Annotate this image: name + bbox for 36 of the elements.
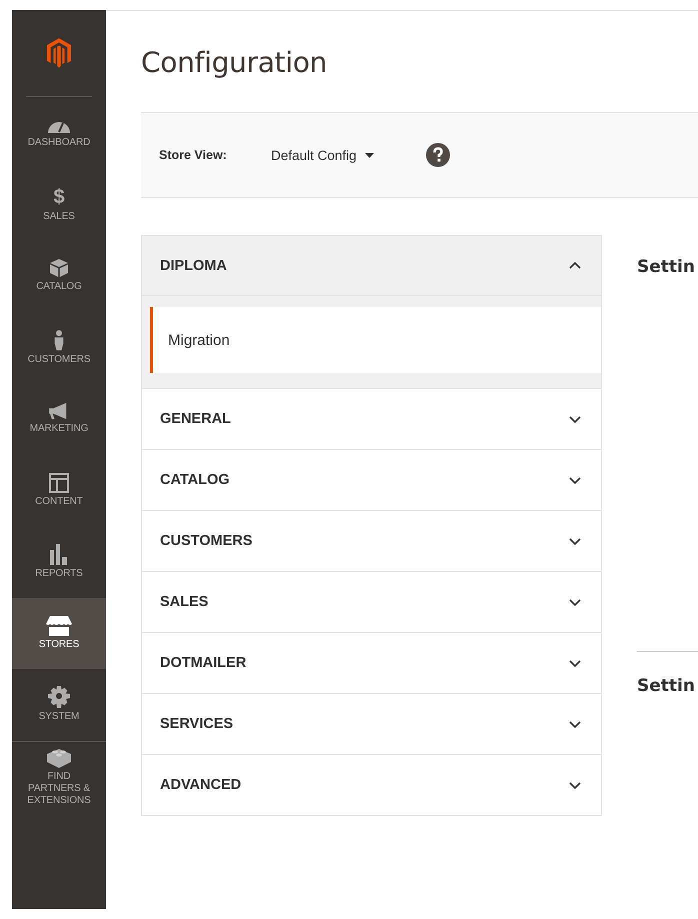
sidebar-item[interactable]: $ SALES <box>12 168 106 240</box>
config-subsection-link[interactable]: Migration <box>150 307 601 373</box>
chevron-icon <box>569 538 581 544</box>
sidebar-item[interactable]: DASHBOARD <box>12 97 106 168</box>
chevron-icon <box>569 416 581 422</box>
chevron-icon <box>569 262 581 269</box>
person-icon <box>53 328 65 351</box>
layout-icon <box>49 472 69 493</box>
gear-icon <box>48 686 70 708</box>
dollar-icon: $ <box>53 186 65 208</box>
help-icon[interactable] <box>426 143 450 167</box>
config-section-tab[interactable]: DIPLOMA <box>142 235 601 296</box>
section-title: Settin <box>637 257 696 277</box>
page-title: Configuration <box>141 45 328 81</box>
chevron-icon <box>569 660 581 666</box>
sidebar-item[interactable]: CUSTOMERS <box>12 312 106 383</box>
store-view-label: Store View: <box>159 148 228 162</box>
chevron-icon <box>569 598 581 606</box>
section-title: Settin <box>637 676 696 696</box>
sidebar-item[interactable]: SYSTEM <box>12 669 106 740</box>
sidebar-item[interactable]: CONTENT <box>12 454 106 526</box>
caret-icon <box>364 152 374 158</box>
logo-icon[interactable] <box>47 38 71 68</box>
sidebar-item[interactable]: STORES <box>12 598 106 669</box>
bar-chart-icon <box>49 543 69 566</box>
box-icon <box>49 258 69 278</box>
chevron-icon <box>569 720 581 728</box>
sidebar-item[interactable]: MARKETING <box>12 383 106 454</box>
sidebar-item[interactable]: CATALOG <box>12 240 106 312</box>
sidebar-item[interactable]: REPORTS <box>12 526 106 598</box>
chevron-icon <box>569 782 581 788</box>
store-view-dropdown[interactable]: Default Config <box>271 148 374 162</box>
sidebar-item[interactable]: FIND PARTNERS & EXTENSIONS <box>12 740 106 812</box>
storefront-icon <box>46 616 72 636</box>
brick-icon <box>46 746 72 768</box>
chevron-icon <box>569 476 581 484</box>
